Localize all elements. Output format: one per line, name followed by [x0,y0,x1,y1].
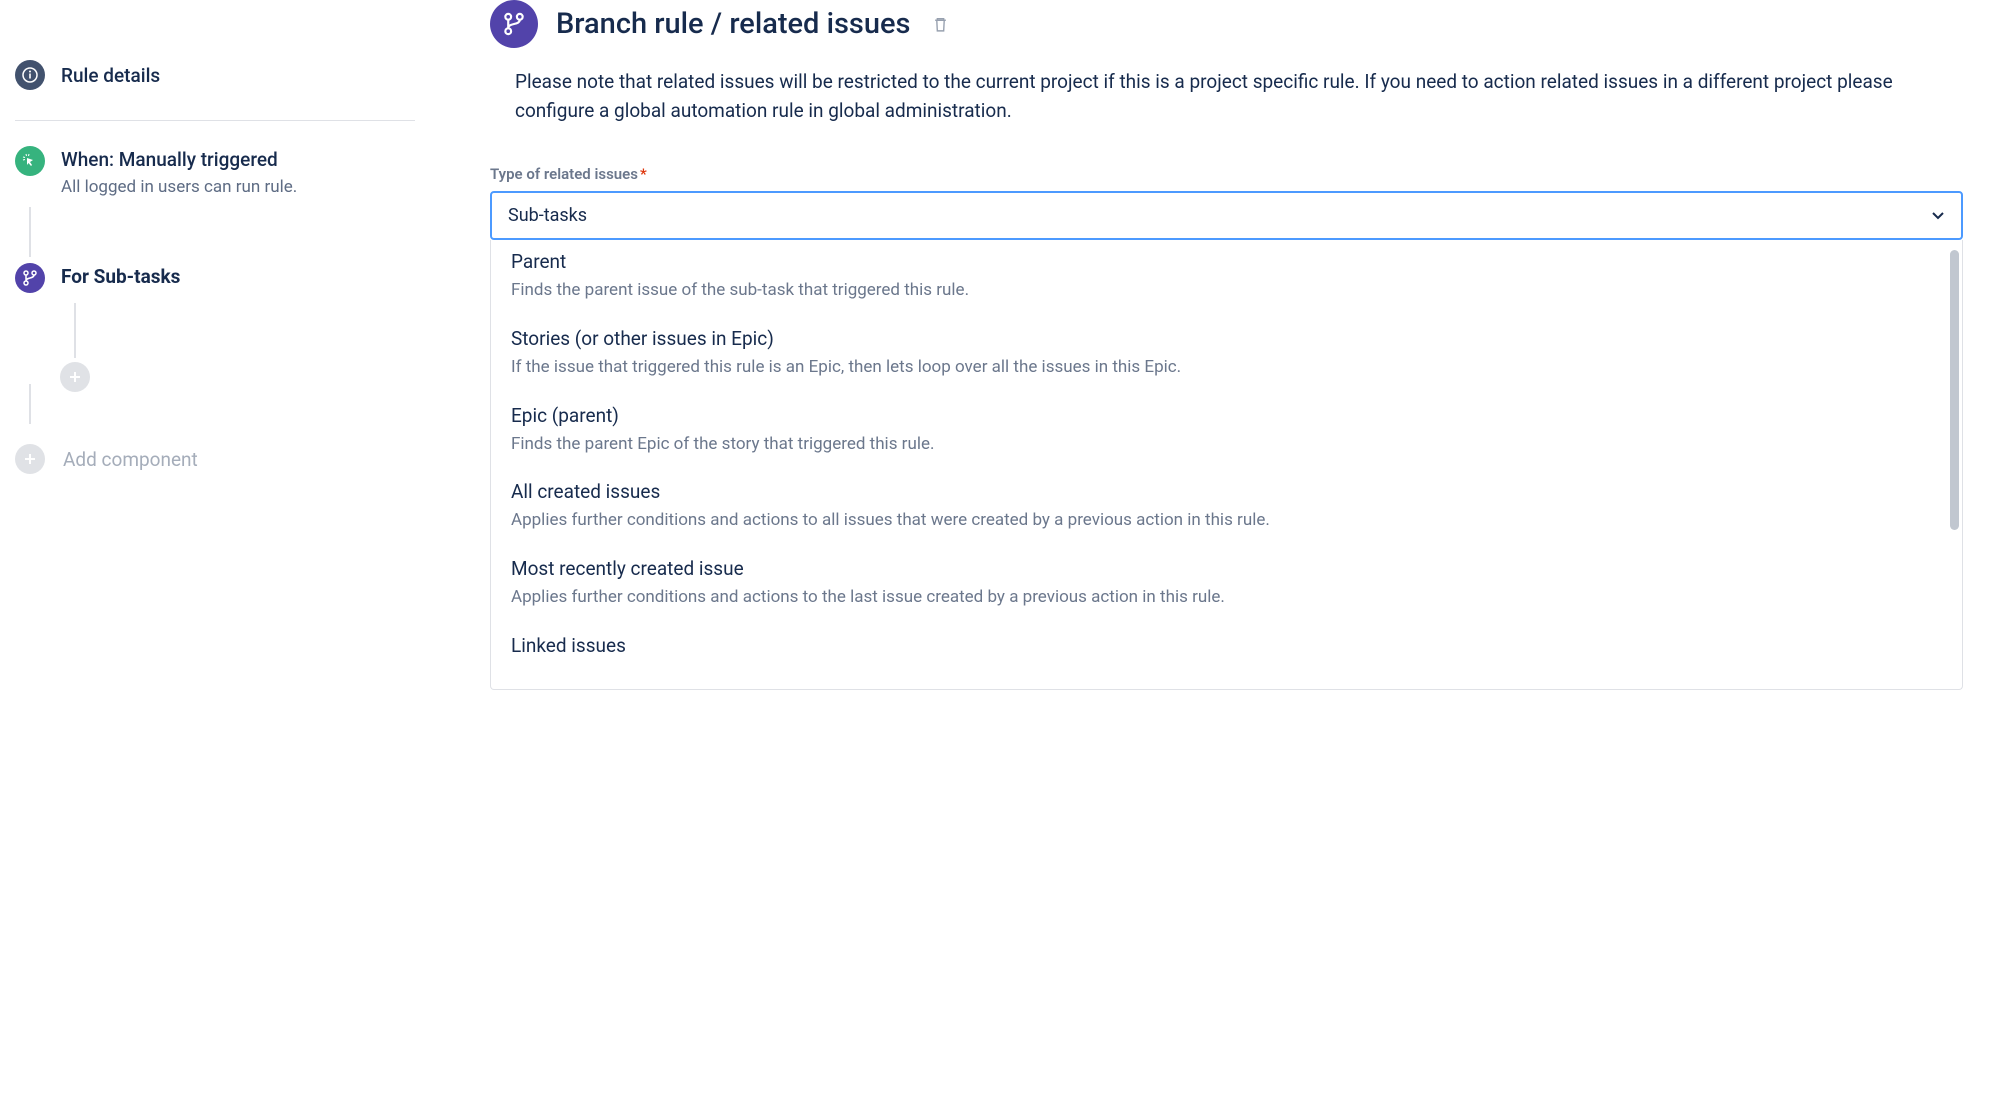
rule-details-header[interactable]: Rule details [15,60,415,121]
field-label: Type of related issues* [490,165,1963,183]
option-linked[interactable]: Linked issues [491,622,1962,669]
dropdown-options: Parent Finds the parent issue of the sub… [490,240,1963,690]
field-group: Type of related issues* Sub-tasks Parent… [490,165,1963,690]
main-panel: Branch rule / related issues Please note… [430,0,1993,710]
connector-line [29,384,31,424]
sidebar: Rule details When: Manually triggered Al… [0,0,430,710]
trigger-subtitle: All logged in users can run rule. [61,177,415,197]
add-sub-component[interactable] [60,362,415,392]
add-component-label: Add component [63,448,198,471]
rule-details-title: Rule details [61,64,160,87]
scrollbar[interactable] [1950,250,1959,530]
option-parent[interactable]: Parent Finds the parent issue of the sub… [491,250,1962,315]
plus-icon [60,362,90,392]
add-component[interactable]: Add component [15,444,415,474]
option-most-recent[interactable]: Most recently created issue Applies furt… [491,545,1962,622]
option-stories[interactable]: Stories (or other issues in Epic) If the… [491,315,1962,392]
branch-icon [15,263,45,293]
selected-value: Sub-tasks [508,205,587,226]
rule-step-branch[interactable]: For Sub-tasks [15,263,415,293]
type-select[interactable]: Sub-tasks [490,191,1963,240]
page-title: Branch rule / related issues [556,7,910,41]
rule-step-trigger[interactable]: When: Manually triggered All logged in u… [15,146,415,197]
main-header: Branch rule / related issues [490,0,1963,48]
required-indicator: * [640,165,647,183]
branch-title: For Sub-tasks [61,265,415,288]
note-text: Please note that related issues will be … [490,68,1963,125]
info-icon [15,60,45,90]
option-epic-parent[interactable]: Epic (parent) Finds the parent Epic of t… [491,392,1962,469]
connector-line [74,303,76,358]
branch-icon [490,0,538,48]
trash-icon[interactable] [932,16,949,33]
plus-icon [15,444,45,474]
trigger-title: When: Manually triggered [61,148,415,171]
cursor-click-icon [15,146,45,176]
chevron-down-icon [1931,211,1945,221]
connector-line [29,207,31,257]
option-all-created[interactable]: All created issues Applies further condi… [491,468,1962,545]
